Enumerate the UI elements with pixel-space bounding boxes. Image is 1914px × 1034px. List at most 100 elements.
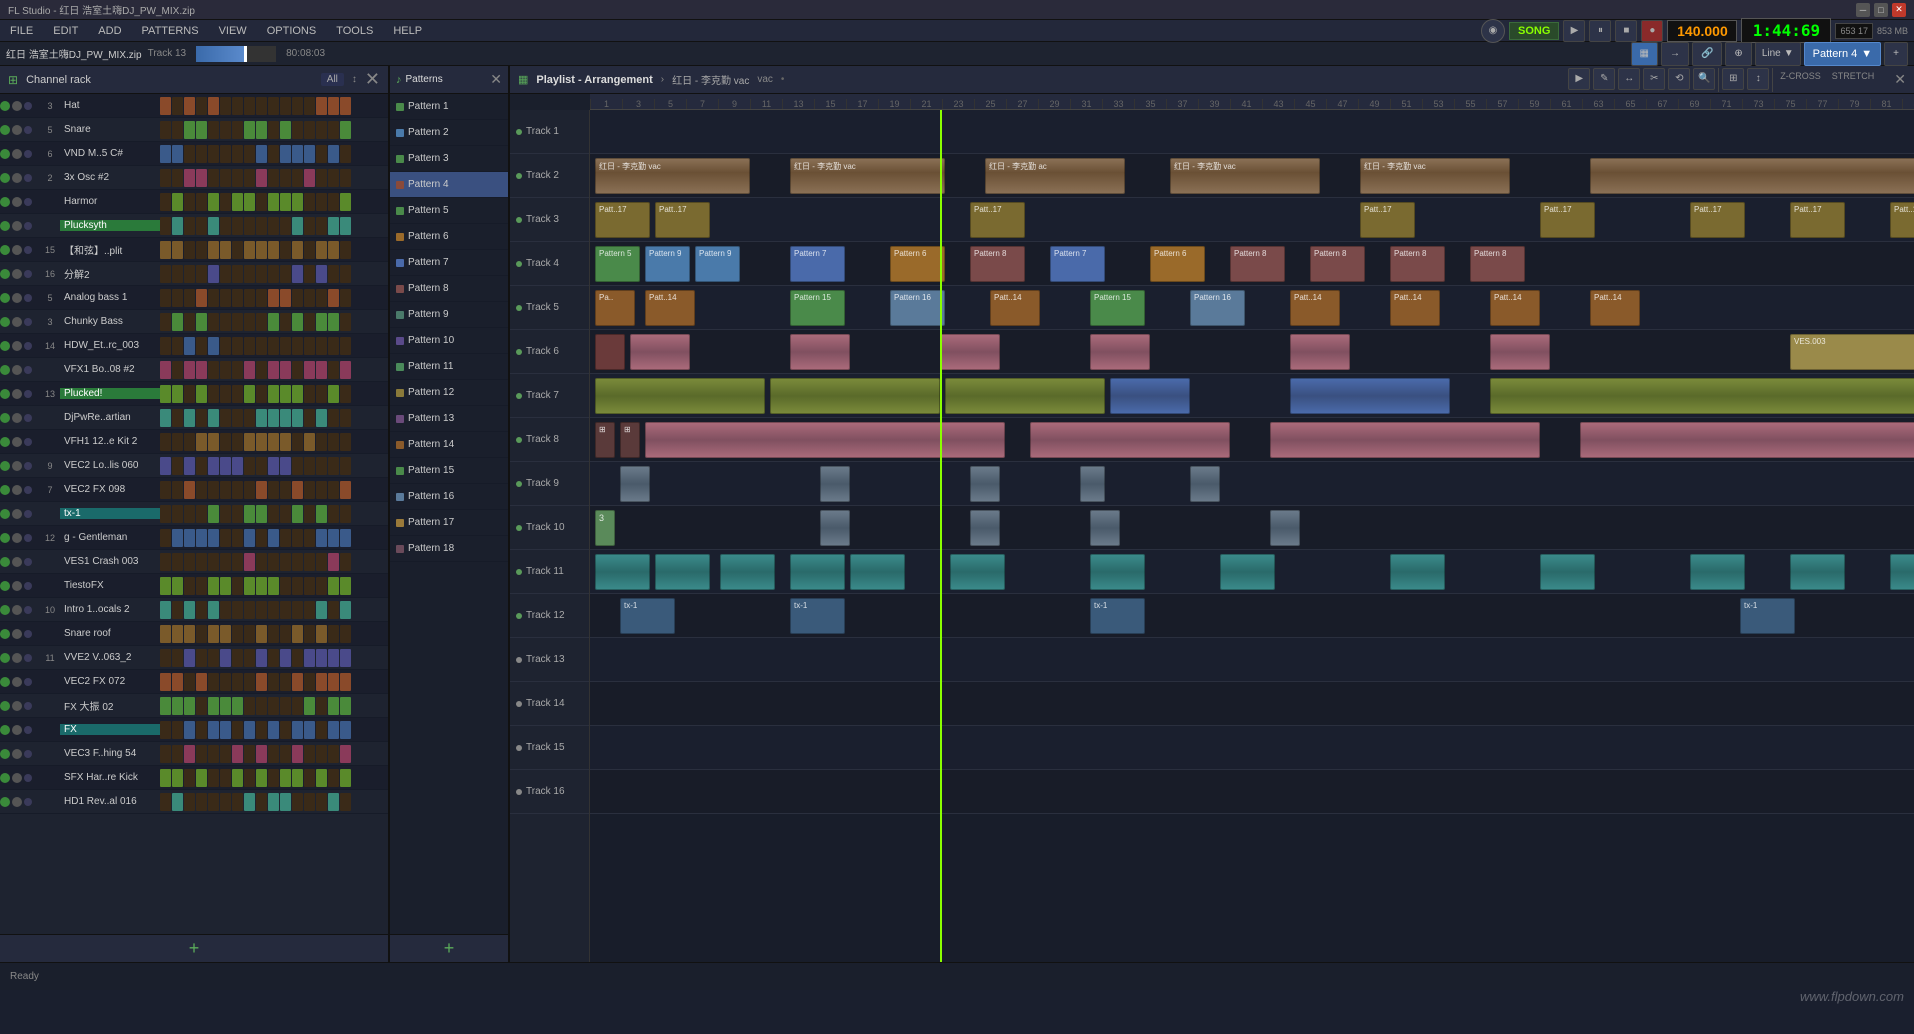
pat-cell-14-10[interactable] bbox=[280, 433, 291, 451]
ch-name-21[interactable]: Intro 1..ocals 2 bbox=[60, 604, 160, 615]
block-t2-3[interactable]: 红日 - 李克勤 ac bbox=[985, 158, 1125, 194]
pat-cell-25-8[interactable] bbox=[256, 697, 267, 715]
pat-cell-5-3[interactable] bbox=[196, 217, 207, 235]
pat-cell-6-3[interactable] bbox=[196, 241, 207, 259]
pat-cell-13-11[interactable] bbox=[292, 409, 303, 427]
pat-cell-12-1[interactable] bbox=[172, 385, 183, 403]
pattern-item-15[interactable]: Pattern 16 bbox=[390, 484, 508, 510]
pat-cell-10-9[interactable] bbox=[268, 337, 279, 355]
pat-cell-25-9[interactable] bbox=[268, 697, 279, 715]
pat-cell-9-15[interactable] bbox=[340, 313, 351, 331]
ch-mute-21[interactable] bbox=[0, 605, 10, 615]
menu-file[interactable]: FILE bbox=[6, 23, 37, 39]
pat-cell-8-2[interactable] bbox=[184, 289, 195, 307]
pat-cell-23-6[interactable] bbox=[232, 649, 243, 667]
pat-cell-21-15[interactable] bbox=[340, 601, 351, 619]
pat-cell-20-1[interactable] bbox=[172, 577, 183, 595]
pat-cell-22-14[interactable] bbox=[328, 625, 339, 643]
pat-cell-7-11[interactable] bbox=[292, 265, 303, 283]
pat-cell-23-9[interactable] bbox=[268, 649, 279, 667]
pattern-item-5[interactable]: Pattern 6 bbox=[390, 224, 508, 250]
ch-name-3[interactable]: 3x Osc #2 bbox=[60, 172, 160, 183]
pat-cell-5-12[interactable] bbox=[304, 217, 315, 235]
block-t5-11[interactable]: Patt..14 bbox=[1590, 290, 1640, 326]
pat-cell-24-1[interactable] bbox=[172, 673, 183, 691]
pat-cell-23-8[interactable] bbox=[256, 649, 267, 667]
ch-solo-17[interactable] bbox=[12, 509, 22, 519]
block-t5-9[interactable]: Patt..14 bbox=[1390, 290, 1440, 326]
pat-cell-1-8[interactable] bbox=[256, 121, 267, 139]
block-t4-2[interactable]: Pattern 9 bbox=[645, 246, 690, 282]
block-t5-1[interactable]: Pa.. bbox=[595, 290, 635, 326]
pat-cell-25-4[interactable] bbox=[208, 697, 219, 715]
pat-cell-21-5[interactable] bbox=[220, 601, 231, 619]
pat-cell-29-4[interactable] bbox=[208, 793, 219, 811]
pat-cell-14-8[interactable] bbox=[256, 433, 267, 451]
pat-cell-12-0[interactable] bbox=[160, 385, 171, 403]
ch-mute-6[interactable] bbox=[0, 245, 10, 255]
pat-cell-3-9[interactable] bbox=[268, 169, 279, 187]
pat-cell-23-1[interactable] bbox=[172, 649, 183, 667]
minimize-button[interactable]: ─ bbox=[1856, 3, 1870, 17]
pat-cell-16-4[interactable] bbox=[208, 481, 219, 499]
close-button[interactable]: ✕ bbox=[1892, 3, 1906, 17]
ch-name-17[interactable]: tx-1 bbox=[60, 508, 160, 519]
pat-cell-16-10[interactable] bbox=[280, 481, 291, 499]
ch-extra-10[interactable] bbox=[24, 342, 32, 350]
pat-cell-25-5[interactable] bbox=[220, 697, 231, 715]
pat-cell-27-1[interactable] bbox=[172, 745, 183, 763]
ch-solo-8[interactable] bbox=[12, 293, 22, 303]
ch-mute-25[interactable] bbox=[0, 701, 10, 711]
pat-cell-5-10[interactable] bbox=[280, 217, 291, 235]
pat-cell-1-1[interactable] bbox=[172, 121, 183, 139]
pat-cell-24-9[interactable] bbox=[268, 673, 279, 691]
pat-cell-28-15[interactable] bbox=[340, 769, 351, 787]
pat-cell-18-10[interactable] bbox=[280, 529, 291, 547]
ch-solo-4[interactable] bbox=[12, 197, 22, 207]
block-t3-7[interactable]: Patt..17 bbox=[1790, 202, 1845, 238]
pat-cell-5-1[interactable] bbox=[172, 217, 183, 235]
block-t5-10[interactable]: Patt..14 bbox=[1490, 290, 1540, 326]
pat-cell-13-10[interactable] bbox=[280, 409, 291, 427]
pattern-item-9[interactable]: Pattern 10 bbox=[390, 328, 508, 354]
pat-cell-18-0[interactable] bbox=[160, 529, 171, 547]
pat-cell-11-8[interactable] bbox=[256, 361, 267, 379]
pat-cell-22-15[interactable] bbox=[340, 625, 351, 643]
pat-cell-14-15[interactable] bbox=[340, 433, 351, 451]
pat-cell-4-7[interactable] bbox=[244, 193, 255, 211]
pat-cell-18-5[interactable] bbox=[220, 529, 231, 547]
pat-cell-22-3[interactable] bbox=[196, 625, 207, 643]
pat-cell-3-11[interactable] bbox=[292, 169, 303, 187]
pat-cell-29-9[interactable] bbox=[268, 793, 279, 811]
pat-cell-0-10[interactable] bbox=[280, 97, 291, 115]
pat-cell-13-7[interactable] bbox=[244, 409, 255, 427]
pat-cell-21-8[interactable] bbox=[256, 601, 267, 619]
pat-cell-2-2[interactable] bbox=[184, 145, 195, 163]
ch-name-4[interactable]: Harmor bbox=[60, 196, 160, 207]
block-t6-5[interactable] bbox=[1090, 334, 1150, 370]
pat-cell-24-2[interactable] bbox=[184, 673, 195, 691]
pat-cell-15-9[interactable] bbox=[268, 457, 279, 475]
ch-mute-26[interactable] bbox=[0, 725, 10, 735]
pat-cell-15-7[interactable] bbox=[244, 457, 255, 475]
block-t2-1[interactable]: 红日 - 李克勤 vac bbox=[595, 158, 750, 194]
ch-extra-14[interactable] bbox=[24, 438, 32, 446]
pat-cell-16-7[interactable] bbox=[244, 481, 255, 499]
pat-cell-0-11[interactable] bbox=[292, 97, 303, 115]
pat-cell-14-0[interactable] bbox=[160, 433, 171, 451]
pat-cell-0-15[interactable] bbox=[340, 97, 351, 115]
menu-tools[interactable]: TOOLS bbox=[332, 23, 377, 39]
ch-solo-26[interactable] bbox=[12, 725, 22, 735]
pat-cell-8-13[interactable] bbox=[316, 289, 327, 307]
pat-cell-19-15[interactable] bbox=[340, 553, 351, 571]
block-t10-4[interactable] bbox=[1090, 510, 1120, 546]
ch-name-19[interactable]: VES1 Crash 003 bbox=[60, 556, 160, 567]
arrow-button[interactable]: → bbox=[1661, 42, 1689, 66]
pat-cell-26-15[interactable] bbox=[340, 721, 351, 739]
block-t11-11[interactable] bbox=[1690, 554, 1745, 590]
pat-cell-13-4[interactable] bbox=[208, 409, 219, 427]
block-t6-1[interactable] bbox=[595, 334, 625, 370]
pat-cell-17-10[interactable] bbox=[280, 505, 291, 523]
mixer-button[interactable]: ▦ bbox=[1631, 42, 1658, 66]
pat-cell-12-7[interactable] bbox=[244, 385, 255, 403]
